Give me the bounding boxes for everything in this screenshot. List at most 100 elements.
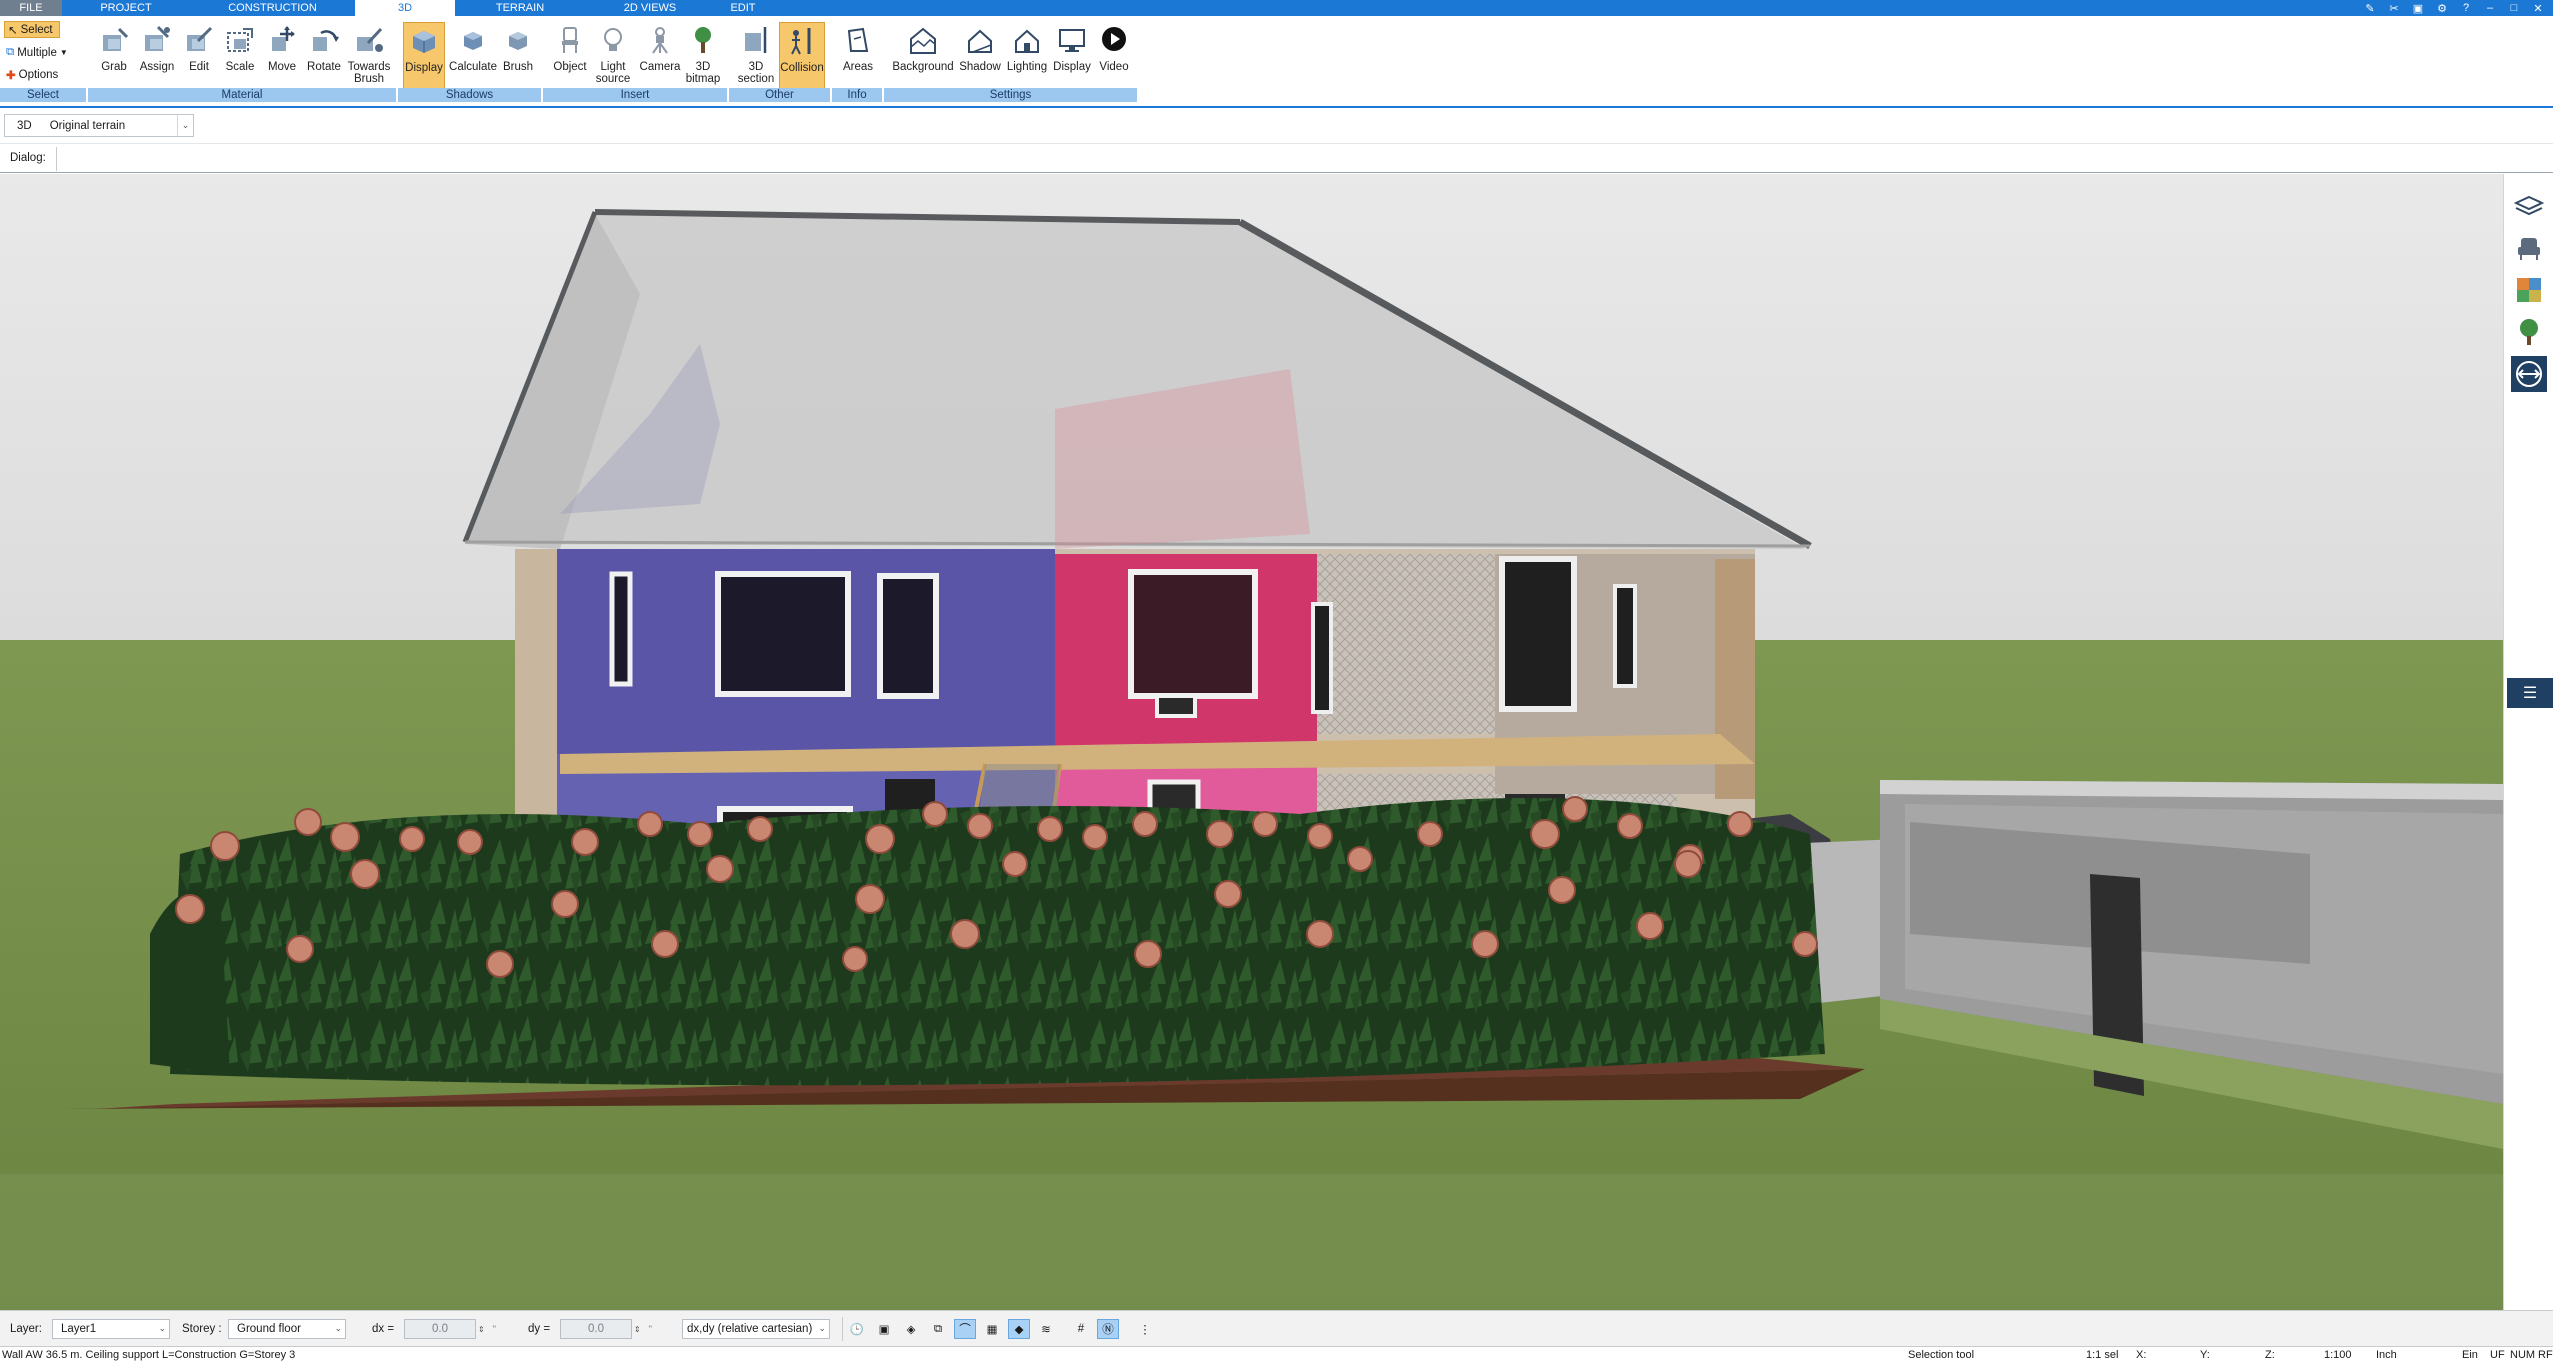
clock-icon[interactable]: 🕒 — [846, 1319, 868, 1339]
dy-unit-icon: " — [648, 1324, 652, 1334]
grid-icon[interactable]: # — [1070, 1319, 1092, 1339]
edit-icon — [181, 22, 217, 58]
plants-tree-icon[interactable] — [2511, 314, 2547, 350]
window-controls: ✎ ✂ ▣ ⚙ ? – □ ✕ — [2363, 0, 2545, 16]
dialog-divider — [56, 147, 57, 171]
storey-label: Storey : — [182, 1323, 222, 1335]
bottom-toolbar: Layer: Layer1 ⌄ Storey : Ground floor ⌄ … — [0, 1310, 2553, 1346]
close-icon[interactable]: ✕ — [2531, 2, 2545, 15]
areas-icon — [840, 22, 876, 58]
terrain-value: Original terrain — [49, 119, 126, 132]
grab-button[interactable]: Grab — [96, 22, 132, 96]
unit-indicator: Inch — [2376, 1349, 2397, 1361]
help-icon[interactable]: ? — [2459, 2, 2473, 14]
hatch-icon[interactable]: ≋ — [1035, 1319, 1057, 1339]
scale-button[interactable]: Scale — [222, 22, 258, 96]
play-icon — [1096, 22, 1132, 58]
edit-button[interactable]: Edit — [181, 22, 217, 96]
display-settings-button[interactable]: Display — [1051, 22, 1093, 96]
pin-icon[interactable]: ✎ — [2363, 2, 2377, 15]
menu-lines-icon: ☰ — [2522, 685, 2538, 702]
active-tool: Selection tool — [1908, 1349, 1975, 1361]
surface-snap-icon[interactable]: ◆ — [1008, 1319, 1030, 1339]
light-source-button[interactable]: Light source — [592, 22, 634, 96]
areas-button[interactable]: Areas — [839, 22, 877, 96]
chevron-down-icon: ⌄ — [334, 1323, 342, 1333]
background-button[interactable]: Background — [890, 22, 956, 96]
snap-object-icon[interactable]: ⧉ — [927, 1319, 949, 1339]
armchair-icon[interactable] — [2511, 230, 2547, 266]
dy-stepper-icon[interactable]: ⇕ — [634, 1325, 641, 1334]
chevron-down-icon: ▼ — [59, 48, 68, 57]
select-button[interactable]: ↖ Select — [4, 21, 60, 38]
object-button[interactable]: Object — [551, 22, 589, 96]
minimize-icon[interactable]: – — [2483, 2, 2497, 14]
group-label-other: Other — [729, 88, 830, 102]
monitor-icon — [1054, 22, 1090, 58]
brush-button[interactable]: Brush — [500, 22, 536, 96]
layers-icon[interactable] — [2511, 188, 2547, 224]
tab-construction[interactable]: CONSTRUCTION — [190, 0, 355, 16]
3d-section-button[interactable]: 3D section — [735, 22, 777, 96]
north-icon[interactable]: Ⓝ — [1097, 1319, 1119, 1339]
section-icon — [738, 22, 774, 58]
rf-indicator: RF — [2538, 1349, 2553, 1361]
dialog-bar: Dialog: — [0, 143, 2553, 173]
tab-terrain[interactable]: TERRAIN — [455, 0, 585, 16]
settings-icon[interactable]: ⚙ — [2435, 2, 2449, 15]
chair-icon — [552, 22, 588, 58]
camera-button[interactable]: Camera — [639, 22, 681, 96]
maximize-icon[interactable]: □ — [2507, 2, 2521, 14]
move-icon — [264, 22, 300, 58]
towards-brush-icon — [351, 22, 387, 58]
group-label-material: Material — [88, 88, 396, 102]
collision-icon — [784, 23, 820, 59]
flower-hedge — [150, 796, 1825, 1086]
video-button[interactable]: Video — [1095, 22, 1133, 96]
snap-line-icon[interactable]: ⌒ — [954, 1319, 976, 1339]
screen-capture-icon[interactable]: ▣ — [873, 1319, 895, 1339]
collision-button[interactable]: Collision — [779, 22, 825, 96]
tab-2d-views[interactable]: 2D VIEWS — [585, 0, 715, 16]
camera-icon — [642, 22, 678, 58]
layer-select[interactable]: Layer1 ⌄ — [52, 1319, 170, 1339]
materials-palette-icon[interactable] — [2511, 272, 2547, 308]
move-button[interactable]: Move — [264, 22, 300, 96]
terrain-view-select[interactable]: 3D Original terrain ⌄ — [4, 114, 194, 137]
lighting-button[interactable]: Lighting — [1004, 22, 1050, 96]
chevron-down-icon: ⌄ — [177, 115, 193, 136]
3d-bitmap-button[interactable]: 3D bitmap — [684, 22, 722, 96]
more-options-icon[interactable]: ⋮ — [1134, 1319, 1156, 1339]
tab-3d[interactable]: 3D — [355, 0, 455, 16]
tool-icon[interactable]: ✂ — [2387, 2, 2401, 15]
dx-input[interactable]: 0.0 — [404, 1319, 476, 1339]
teamviewer-icon[interactable] — [2511, 356, 2547, 392]
tab-file[interactable]: FILE — [0, 0, 62, 16]
dx-stepper-icon[interactable]: ⇕ — [478, 1325, 485, 1334]
rotate-button[interactable]: Rotate — [305, 22, 343, 96]
chevron-down-icon: ⌄ — [818, 1323, 826, 1333]
coordinate-mode-select[interactable]: dx,dy (relative cartesian) ⌄ — [682, 1319, 830, 1339]
dy-input[interactable]: 0.0 — [560, 1319, 632, 1339]
3d-scene[interactable] — [0, 174, 2503, 1310]
towards-brush-button[interactable]: Towards Brush — [346, 22, 392, 96]
menu-bar: FILE PROJECT CONSTRUCTION 3D TERRAIN 2D … — [0, 0, 2553, 16]
3d-viewport[interactable] — [0, 174, 2503, 1310]
multiple-button[interactable]: ⧉ Multiple ▼ — [6, 44, 68, 61]
wall-snap-icon[interactable]: ▦ — [981, 1319, 1003, 1339]
calculate-button[interactable]: Calculate — [448, 22, 498, 96]
tab-project[interactable]: PROJECT — [62, 0, 190, 16]
num-indicator: NUM — [2510, 1349, 2536, 1361]
assign-button[interactable]: Assign — [137, 22, 177, 96]
layers-view-icon[interactable]: ◈ — [900, 1319, 922, 1339]
group-label-shadows: Shadows — [398, 88, 541, 102]
storey-select[interactable]: Ground floor ⌄ — [228, 1319, 346, 1339]
status-message: Wall AW 36.5 m. Ceiling support L=Constr… — [2, 1349, 296, 1361]
options-button[interactable]: ✚ Options — [6, 66, 58, 83]
layout-icon[interactable]: ▣ — [2411, 2, 2425, 15]
tab-edit[interactable]: EDIT — [715, 0, 771, 16]
panel-toggle-button[interactable]: ☰ — [2507, 678, 2553, 708]
grab-icon — [96, 22, 132, 58]
shadow-button[interactable]: Shadow — [958, 22, 1002, 96]
display-shadows-button[interactable]: Display — [403, 22, 445, 96]
